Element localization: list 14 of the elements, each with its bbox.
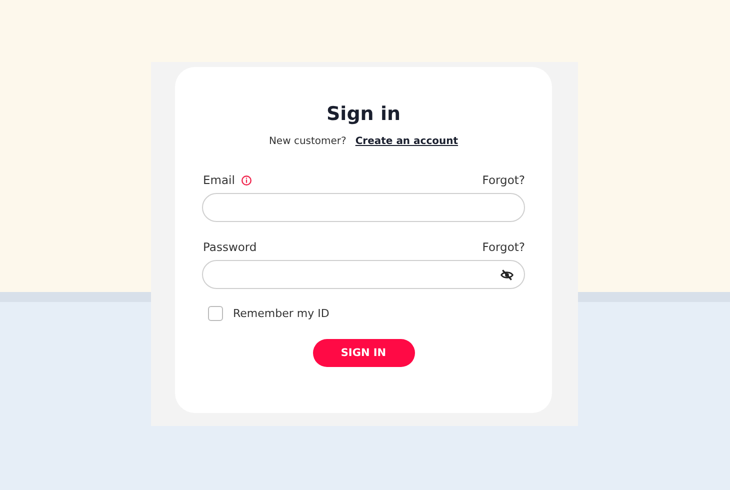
forgot-link[interactable]: Forgot?	[482, 240, 525, 254]
new-customer-prompt: New customer?	[268, 136, 346, 147]
remember-checkbox[interactable]	[208, 306, 223, 321]
info-icon[interactable]	[240, 174, 252, 186]
forgot-link[interactable]: Forgot?	[482, 173, 525, 187]
remember-label: Remember my ID	[233, 307, 330, 320]
field-label: Email	[203, 173, 235, 187]
field-label: Password	[203, 240, 257, 254]
password-field[interactable]	[202, 260, 525, 289]
create-account-link[interactable]: Create an account	[355, 136, 458, 147]
eye-slash-icon[interactable]	[500, 268, 514, 282]
sign-in-title: Sign in	[326, 103, 402, 125]
sign-in-button[interactable]: SIGN IN	[312, 339, 414, 367]
email-field[interactable]	[202, 193, 525, 222]
